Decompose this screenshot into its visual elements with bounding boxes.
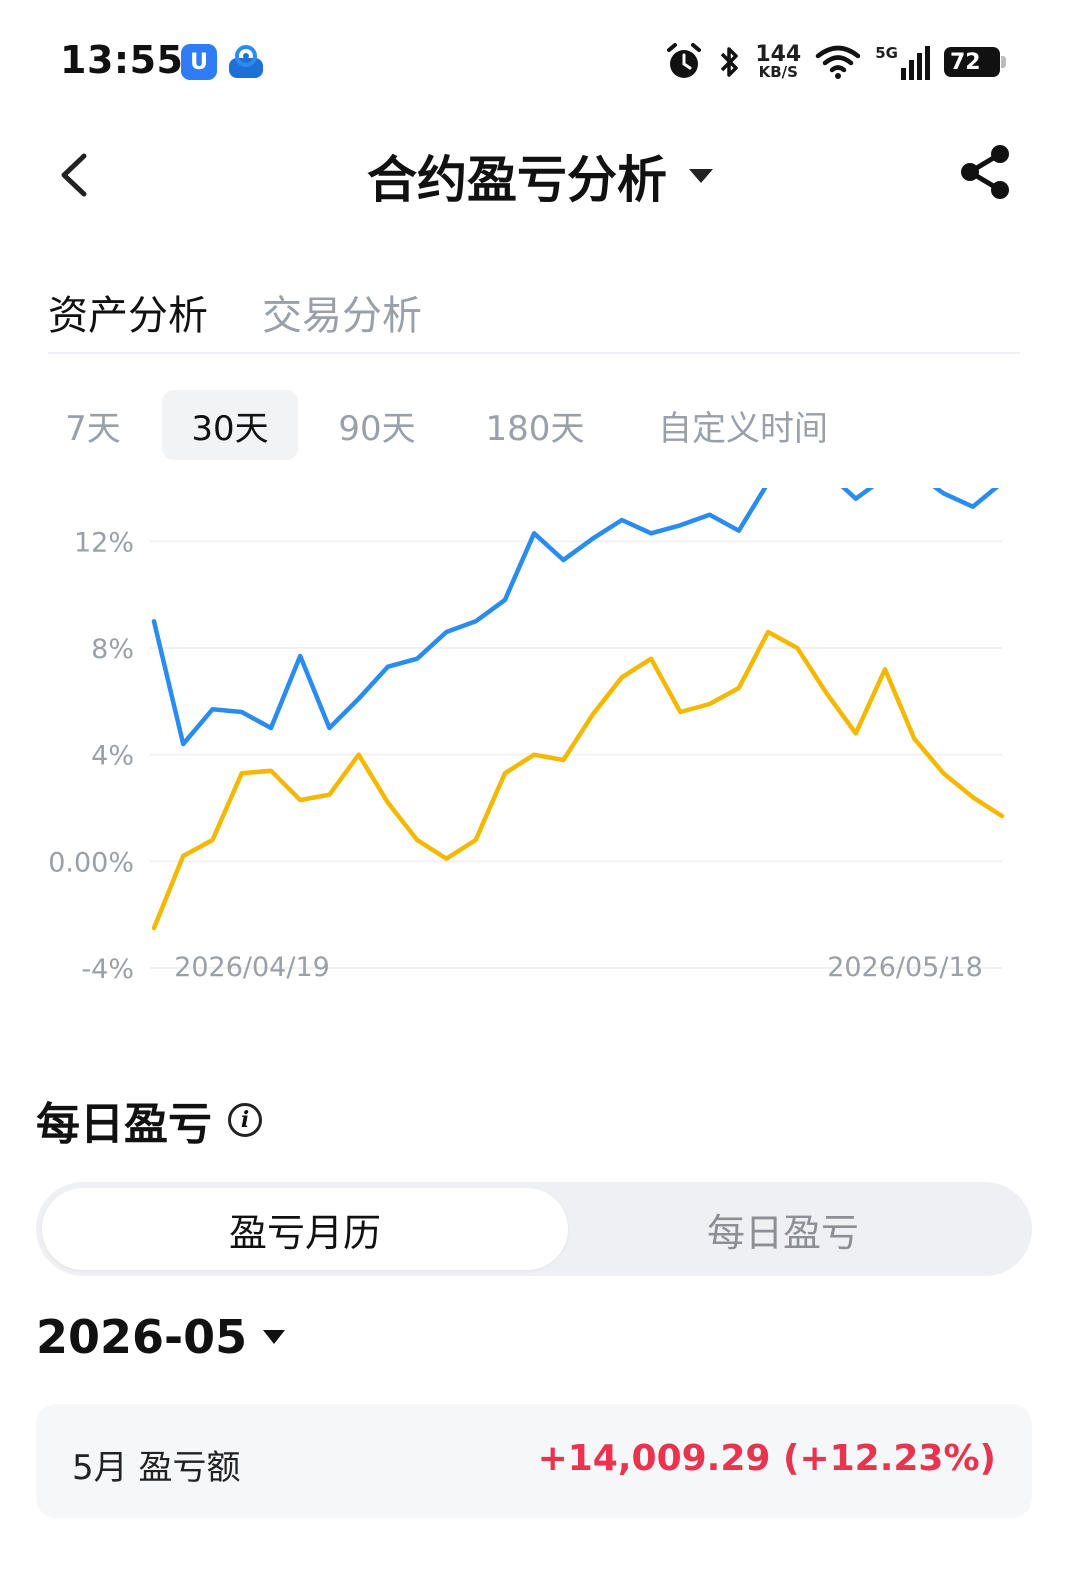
- y-tick-label: 4%: [91, 741, 134, 772]
- x-tick-label: 2026/05/18: [827, 952, 983, 983]
- network-speed-unit: KB/S: [758, 63, 798, 81]
- x-tick-label: 2026/04/19: [174, 952, 330, 983]
- daily-pnl-title: 每日盈亏: [36, 1099, 212, 1150]
- range-7-days[interactable]: 7天: [48, 390, 138, 460]
- range-90-days[interactable]: 90天: [322, 390, 432, 460]
- monthly-pnl-card: 5月 盈亏额 +14,009.29 (+12.23%): [36, 1404, 1032, 1518]
- wifi-icon: [816, 45, 861, 79]
- page-title-dropdown[interactable]: 合约盈亏分析: [0, 140, 1080, 212]
- tab-divider: [48, 352, 1020, 354]
- pnl-line-chart[interactable]: 12% 8% 4% 0.00% -4% 2026/04/19 2026/05/18: [0, 470, 1080, 1010]
- daily-pnl-header: 每日盈亏 i: [36, 1088, 262, 1152]
- tab-asset-analysis[interactable]: 资产分析: [48, 283, 208, 341]
- status-icons: 144 KB/S 5G 72: [665, 40, 1006, 84]
- range-custom-time[interactable]: 自定义时间: [640, 390, 846, 460]
- monthly-pnl-label: 5月 盈亏额: [72, 1448, 241, 1488]
- y-tick-label: 12%: [74, 527, 134, 558]
- app-notification-icon: U: [181, 44, 217, 80]
- alarm-icon: [667, 43, 702, 78]
- chevron-down-icon: [263, 1330, 286, 1344]
- chart-y-axis: 12% 8% 4% 0.00% -4%: [48, 527, 134, 985]
- month-selector[interactable]: 2026-05: [36, 1310, 286, 1364]
- series-line-1: [151, 488, 1000, 747]
- network-speed: 144 KB/S: [755, 42, 802, 81]
- y-tick-label: -4%: [81, 954, 134, 985]
- segment-pnl-calendar[interactable]: 盈亏月历: [42, 1188, 568, 1270]
- app-notification-icon-2: [229, 45, 263, 78]
- month-value: 2026-05: [36, 1310, 248, 1364]
- info-icon[interactable]: i: [228, 1103, 262, 1137]
- monthly-pnl-value: +14,009.29 (+12.23%): [537, 1438, 996, 1479]
- page-title: 合约盈亏分析: [367, 151, 667, 209]
- pnl-view-toggle: 每日盈亏 盈亏月历: [36, 1182, 1032, 1276]
- status-time: 13:55: [60, 38, 184, 82]
- bluetooth-icon: [721, 47, 739, 77]
- y-tick-label: 8%: [91, 634, 134, 665]
- tab-trade-analysis[interactable]: 交易分析: [262, 283, 422, 341]
- share-icon[interactable]: [956, 142, 1014, 202]
- battery-indicator: 72: [944, 47, 1006, 77]
- cellular-signal-icon: 5G: [875, 44, 930, 80]
- range-180-days[interactable]: 180天: [470, 390, 600, 460]
- y-tick-label: 0.00%: [48, 847, 134, 878]
- series-line-2: [151, 629, 1005, 931]
- network-type: 5G: [875, 44, 898, 62]
- chart-gridlines: [150, 540, 1002, 969]
- chevron-down-icon: [689, 169, 713, 183]
- network-speed-value: 144: [755, 42, 802, 67]
- segment-daily-pnl[interactable]: 每日盈亏: [534, 1188, 1032, 1270]
- range-30-days[interactable]: 30天: [162, 390, 298, 460]
